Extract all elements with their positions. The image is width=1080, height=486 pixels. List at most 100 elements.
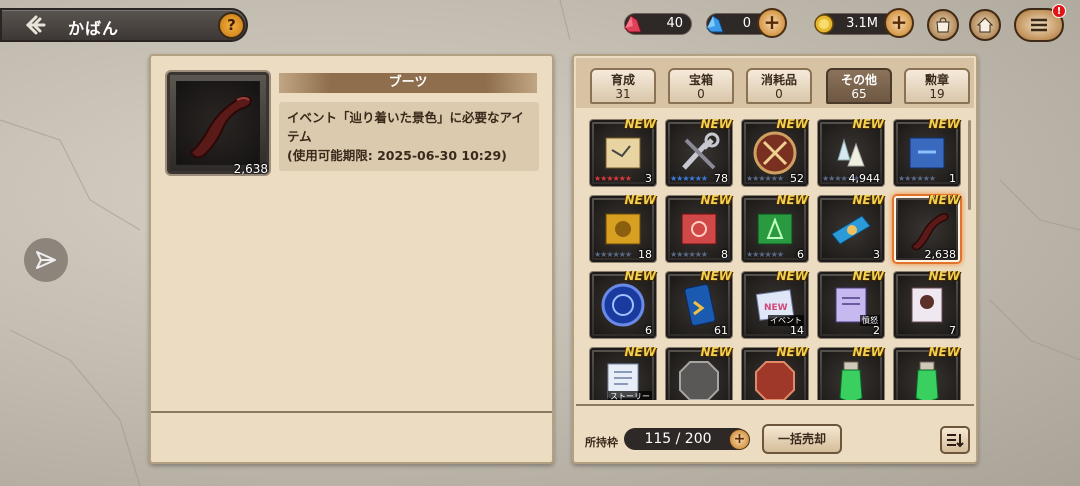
tab-treasure[interactable]: 宝箱 0	[668, 68, 734, 104]
hamburger-icon	[1031, 18, 1047, 32]
item-count: 78	[714, 172, 728, 185]
gold-counter: 3.1M +	[814, 8, 914, 38]
item-detail-panel: 2,638 ブーツ イベント「辿り着いた景色」に必要なアイ テム (使用可能期限…	[149, 54, 554, 464]
expand-capacity-button[interactable]: +	[729, 429, 750, 450]
gold-amount: 3.1M	[846, 16, 878, 31]
shop-bag-icon	[936, 17, 950, 33]
item-count: 61	[714, 324, 728, 337]
item-slot[interactable]: NEW 3	[818, 193, 884, 262]
paper-plane-icon	[36, 251, 56, 269]
tab-consumables[interactable]: 消耗品 0	[746, 68, 812, 104]
item-slot[interactable]: NEW 7	[894, 269, 960, 338]
green-potion-icon	[904, 358, 950, 400]
new-badge: NEW	[700, 345, 732, 359]
new-badge: NEW	[852, 269, 884, 283]
page-title: かばん	[68, 19, 120, 38]
item-slot[interactable]: NEW ストーリー	[590, 345, 656, 400]
tab-label: 消耗品	[760, 73, 797, 87]
item-count: 4,944	[848, 172, 881, 185]
portrait-ticket-icon	[904, 282, 950, 328]
tab-count: 19	[929, 87, 945, 101]
tab-label: 宝箱	[688, 73, 713, 87]
item-slot[interactable]: NEW ★★★★★★ 6	[742, 193, 808, 262]
item-count: 14	[790, 324, 804, 337]
selected-item-count: 2,638	[233, 162, 268, 176]
item-slot[interactable]: NEW 61	[666, 269, 732, 338]
item-slot[interactable]: NEW ★★★★★★ 1	[894, 117, 960, 186]
back-button[interactable]	[20, 13, 50, 37]
red-crystal-counter: 40	[624, 13, 692, 35]
item-expiry: (使用可能期限: 2025-06-30 10:29)	[287, 148, 507, 163]
add-gold-button[interactable]: +	[884, 8, 914, 38]
new-badge: NEW	[928, 269, 960, 283]
item-description: イベント「辿り着いた景色」に必要なアイ テム (使用可能期限: 2025-06-…	[279, 102, 539, 171]
green-potion-icon	[828, 358, 874, 400]
item-slot[interactable]: NEW ★★★★★★ 78	[666, 117, 732, 186]
blue-crystal-icon	[701, 10, 729, 38]
selected-item-icon-frame: 2,638	[167, 72, 269, 176]
red-crystal-icon	[619, 10, 647, 38]
tab-label: 勲章	[924, 73, 949, 87]
back-arrow-icon	[25, 15, 46, 35]
tab-medals[interactable]: 勲章 19	[904, 68, 970, 104]
item-slot[interactable]: NEW ★★★★★★ 4,944	[818, 117, 884, 186]
gold-coin-icon	[810, 10, 838, 38]
item-slot[interactable]: NEW ★★★★★★ 52	[742, 117, 808, 186]
gold-scroll-icon	[600, 206, 646, 252]
capacity-label: 所持枠	[585, 436, 618, 449]
shop-button[interactable]	[927, 9, 959, 41]
add-blue-crystal-button[interactable]: +	[757, 8, 787, 38]
item-count: 8	[721, 248, 728, 261]
item-count: 7	[949, 324, 956, 337]
blue-crystal-counter: 0 +	[706, 8, 787, 38]
tab-count: 0	[775, 87, 783, 101]
item-grid: NEW ★★★★★★ 3 NEW ★★★★★★ 78 NEW ★★★★★★ 52 NEW ★★★★★…	[576, 110, 966, 400]
item-slot[interactable]: NEW 憤怒 2	[818, 269, 884, 338]
item-slot[interactable]: NEW	[666, 345, 732, 400]
blue-crystal-amount: 0	[742, 16, 751, 31]
new-badge: NEW	[700, 193, 732, 207]
item-slot[interactable]: NEW ★★★★★★ 3	[590, 117, 656, 186]
boot-icon	[904, 206, 950, 252]
tab-other[interactable]: その他 65	[826, 68, 892, 104]
new-badge: NEW	[852, 117, 884, 131]
help-button[interactable]: ?	[218, 12, 245, 39]
sort-button[interactable]	[940, 426, 970, 454]
side-nav-button[interactable]	[24, 238, 68, 282]
item-count: 52	[790, 172, 804, 185]
item-slot[interactable]: NEW ★★★★★★ 8	[666, 193, 732, 262]
menu-button[interactable]: !	[1014, 4, 1066, 42]
item-slot[interactable]: NEW 6	[590, 269, 656, 338]
sort-icon	[947, 434, 964, 448]
new-badge: NEW	[776, 345, 808, 359]
item-slot[interactable]: NEW	[742, 345, 808, 400]
bulk-sell-button[interactable]: 一括売却	[762, 424, 842, 454]
red-scroll-icon	[676, 206, 722, 252]
item-tag: ストーリー	[608, 391, 652, 400]
rarity-stars: ★★★★★★	[594, 250, 632, 259]
tab-count: 31	[615, 87, 631, 101]
new-badge: NEW	[928, 345, 960, 359]
new-badge: NEW	[776, 193, 808, 207]
item-count: 3	[645, 172, 652, 185]
item-slot[interactable]: NEW	[818, 345, 884, 400]
inventory-footer: 所持枠 115 / 200 + 一括売却	[576, 404, 974, 462]
home-button[interactable]	[969, 9, 1001, 41]
item-slot[interactable]: NEW NEW イベント 14	[742, 269, 808, 338]
ticket-icon	[828, 206, 874, 252]
inventory-panel: 育成 31 宝箱 0 消耗品 0 その他 65 勲章 19 NEW ★★★★★★ 3 NEW ★★…	[572, 54, 978, 464]
new-badge: NEW	[776, 117, 808, 131]
item-slot[interactable]: NEW ★★★★★★ 18	[590, 193, 656, 262]
item-count: 6	[645, 324, 652, 337]
new-badge: NEW	[624, 269, 656, 283]
rarity-stars: ★★★★★★	[898, 174, 936, 183]
rarity-stars: ★★★★★★	[746, 250, 784, 259]
tab-growth[interactable]: 育成 31	[590, 68, 656, 104]
item-count: 18	[638, 248, 652, 261]
item-slot[interactable]: NEW 2,638	[894, 193, 960, 262]
new-badge: NEW	[776, 269, 808, 283]
crystal-shards-icon	[828, 130, 874, 176]
item-slot[interactable]: NEW	[894, 345, 960, 400]
grid-scrollbar[interactable]	[968, 120, 971, 210]
new-badge: NEW	[624, 117, 656, 131]
